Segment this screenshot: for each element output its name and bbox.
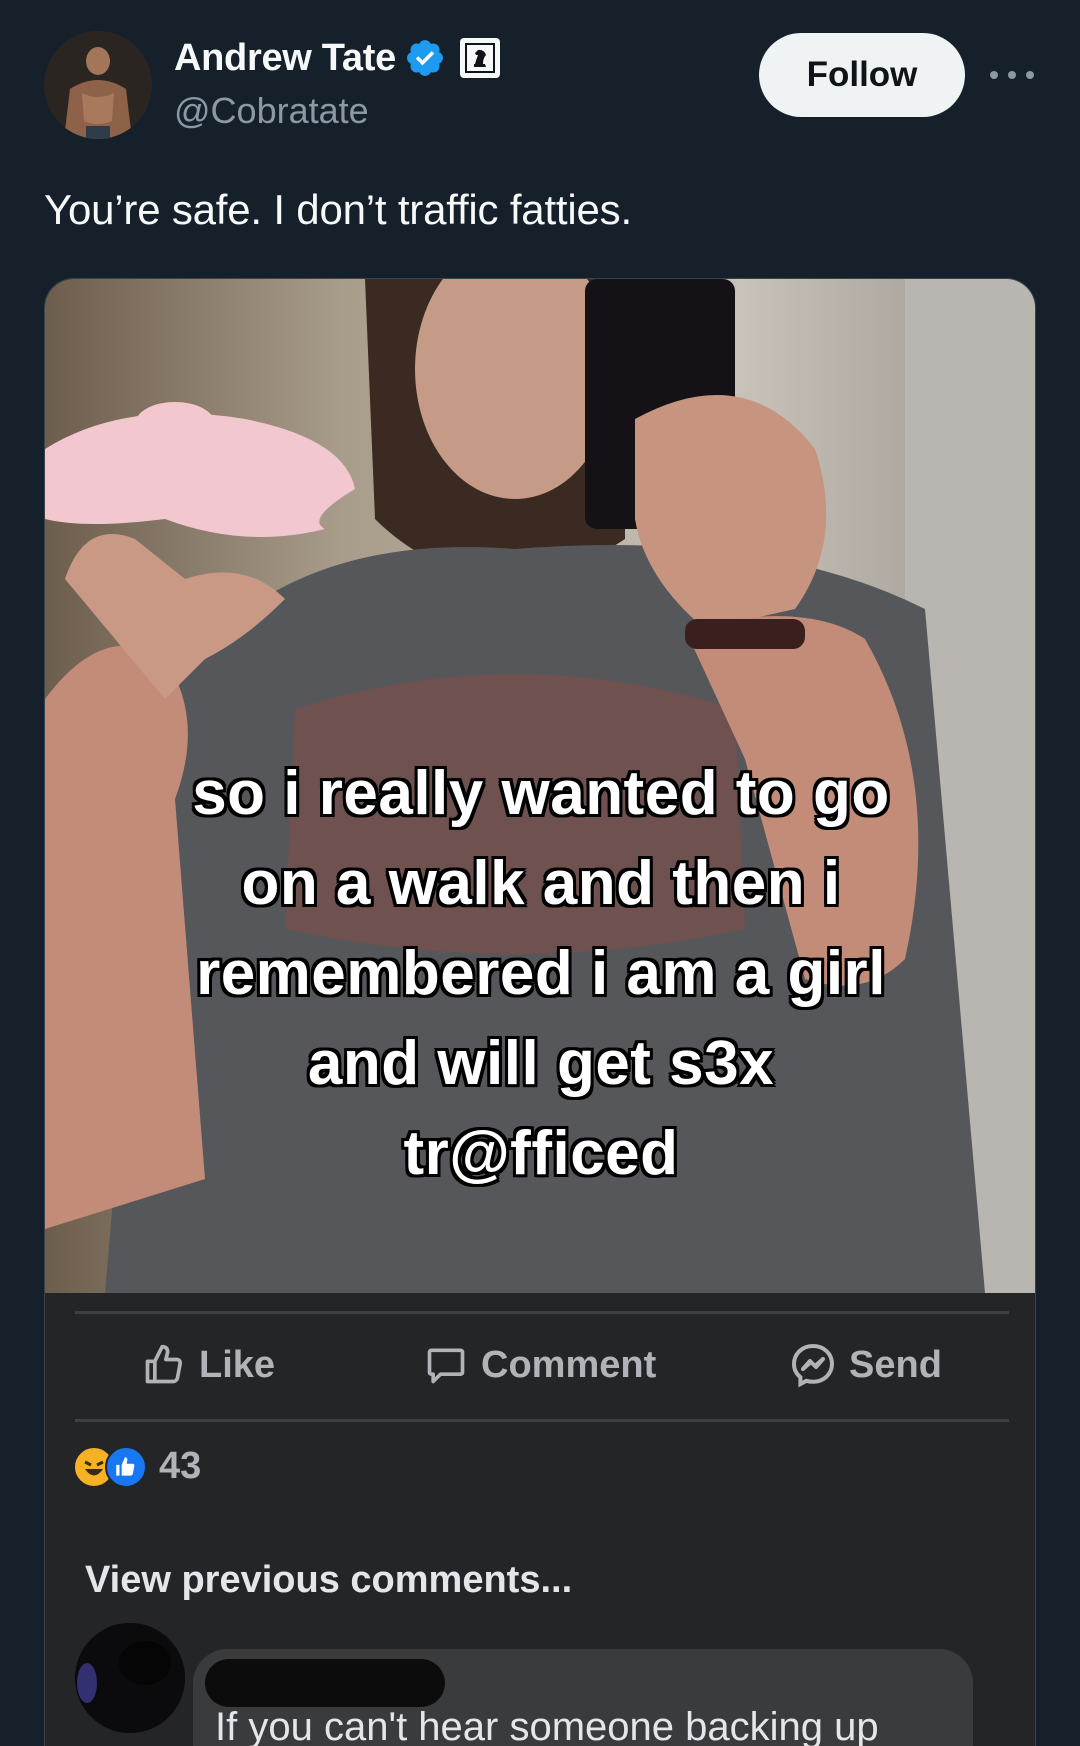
more-horizontal-icon[interactable] [990, 58, 1034, 92]
author-name-row: Andrew Tate [174, 36, 500, 80]
caption-line: remembered i am a girl [196, 939, 886, 1008]
divider [75, 1419, 1009, 1422]
caption-line: so i really wanted to go [192, 759, 890, 828]
redacted-commenter-name [205, 1659, 445, 1707]
comment-icon [427, 1348, 465, 1384]
follow-button[interactable]: Follow [759, 33, 965, 117]
facebook-post-footer: Like Comment Send 43 View previous comme… [45, 1293, 1035, 1746]
commenter-avatar [75, 1623, 185, 1733]
caption-line: and will get s3x [307, 1029, 775, 1098]
meme-caption: so i really wanted to go on a walk and t… [45, 749, 1035, 1199]
fb-like-button: Like [141, 1325, 275, 1405]
thumbs-up-icon [145, 1344, 183, 1384]
author-handle[interactable]: @Cobratate [174, 90, 369, 132]
fb-comment-button: Comment [423, 1325, 656, 1405]
view-previous-comments: View previous comments... [85, 1559, 573, 1601]
facebook-action-bar: Like Comment Send [45, 1325, 1035, 1405]
author-name[interactable]: Andrew Tate [174, 37, 396, 80]
fb-send-label: Send [849, 1343, 942, 1386]
reaction-summary: 43 [73, 1445, 201, 1488]
divider [75, 1311, 1009, 1314]
messenger-icon [791, 1343, 835, 1388]
fb-like-label: Like [199, 1343, 276, 1386]
comment-text: If you can't hear someone backing up [215, 1705, 879, 1746]
more-dot [990, 71, 998, 79]
verified-badge-icon [406, 40, 443, 76]
tweet-header: Andrew Tate @Cobratate Follow [0, 0, 1080, 160]
caption-line: tr@fficed [403, 1119, 679, 1188]
like-reaction-icon [105, 1445, 147, 1488]
caption-line: on a walk and then i [241, 849, 841, 918]
tweet-media-image[interactable]: so i really wanted to go on a walk and t… [44, 278, 1036, 1746]
reaction-count: 43 [159, 1445, 202, 1487]
more-dot [1026, 71, 1034, 79]
author-avatar[interactable] [44, 31, 152, 139]
fb-comment-label: Comment [481, 1343, 657, 1386]
chess-knight-icon [459, 38, 500, 78]
fb-send-button: Send [789, 1325, 942, 1405]
more-dot [1008, 71, 1016, 79]
tweet-text: You’re safe. I don’t traffic fatties. [44, 186, 632, 233]
